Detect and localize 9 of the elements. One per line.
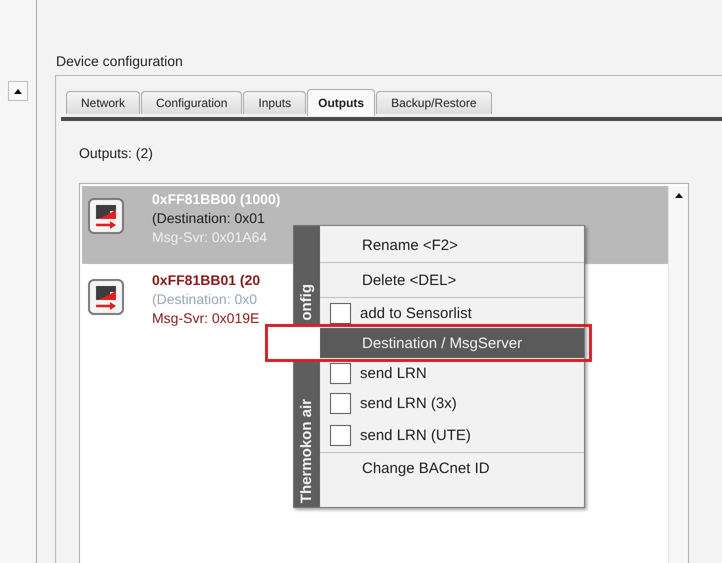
destination-text: (Destination: 0x01	[152, 209, 266, 228]
output-title: 0xFF81BB00 (1000)	[152, 190, 280, 209]
msg-server-text: Msg-Svr: 0x019E	[152, 309, 260, 328]
output-title: 0xFF81BB01 (20	[152, 271, 260, 290]
destination-text: (Destination: 0x0	[152, 290, 258, 309]
outputs-label: Outputs: (2)	[79, 145, 154, 161]
brand-label: Thermokon air	[297, 398, 316, 503]
section-title: Device configuration	[56, 53, 184, 70]
brand-label: onfig	[297, 284, 316, 321]
